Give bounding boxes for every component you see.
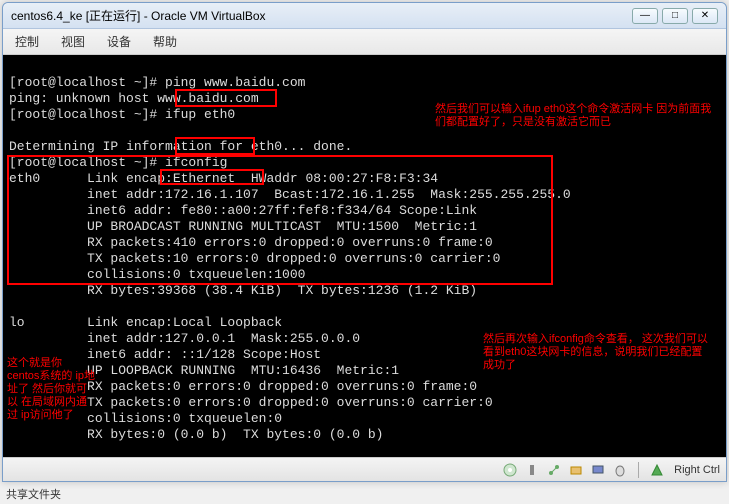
folder-icon[interactable] [568, 462, 584, 478]
mouse-icon[interactable] [612, 462, 628, 478]
menu-view[interactable]: 视图 [57, 31, 89, 52]
term-line: eth0 Link encap:Ethernet HWaddr 08:00:27… [9, 171, 438, 186]
annotation-right-1: 然后我们可以输入ifup eth0这个命令激活网卡 因为前面我们都配置好了，只是… [435, 103, 715, 129]
terminal[interactable]: [root@localhost ~]# ping www.baidu.com p… [3, 55, 726, 457]
window-title: centos6.4_ke [正在运行] - Oracle VM VirtualB… [11, 7, 632, 24]
term-line: [root@localhost ~]# ping www.baidu.com [9, 75, 305, 90]
footer-label: 共享文件夹 [0, 484, 729, 504]
window-controls: — □ ✕ [632, 8, 718, 24]
statusbar: Right Ctrl [3, 457, 726, 481]
term-line: inet addr:127.0.0.1 Mask:255.0.0.0 [9, 331, 360, 346]
menu-control[interactable]: 控制 [11, 31, 43, 52]
vm-window: centos6.4_ke [正在运行] - Oracle VM VirtualB… [2, 2, 727, 482]
term-line: [root@localhost ~]# ifup eth0 [9, 107, 235, 122]
term-line: inet addr:172.16.1.107 Bcast:172.16.1.25… [9, 187, 571, 202]
term-line: collisions:0 txqueuelen:1000 [9, 267, 305, 282]
term-line: [root@localhost ~]# ifconfig [9, 155, 227, 170]
host-key-label: Right Ctrl [674, 464, 720, 476]
disc-icon[interactable] [502, 462, 518, 478]
menu-help[interactable]: 帮助 [149, 31, 181, 52]
divider [638, 462, 639, 478]
titlebar: centos6.4_ke [正在运行] - Oracle VM VirtualB… [3, 3, 726, 29]
term-line: RX packets:410 errors:0 dropped:0 overru… [9, 235, 493, 250]
minimize-button[interactable]: — [632, 8, 658, 24]
term-line: RX bytes:39368 (38.4 KiB) TX bytes:1236 … [9, 283, 477, 298]
usb-icon[interactable] [524, 462, 540, 478]
maximize-button[interactable]: □ [662, 8, 688, 24]
menubar: 控制 视图 设备 帮助 [3, 29, 726, 55]
status-icons: Right Ctrl [502, 462, 720, 478]
close-button[interactable]: ✕ [692, 8, 718, 24]
capture-icon[interactable] [649, 462, 665, 478]
annotation-right-2: 然后再次输入ifconfig命令查看， 这次我们可以看到eth0这块网卡的信息，… [483, 333, 713, 372]
annotation-left-1: 这个就是你 centos系统的 ip地址了 然后你就可以 在局域网内通过 ip访… [7, 357, 97, 422]
term-line: ping: unknown host www.baidu.com [9, 91, 259, 106]
term-line: Determining IP information for eth0... d… [9, 139, 352, 154]
network-icon[interactable] [546, 462, 562, 478]
term-line: TX packets:10 errors:0 dropped:0 overrun… [9, 251, 500, 266]
menu-devices[interactable]: 设备 [103, 31, 135, 52]
term-line: UP BROADCAST RUNNING MULTICAST MTU:1500 … [9, 219, 477, 234]
term-line: RX bytes:0 (0.0 b) TX bytes:0 (0.0 b) [9, 427, 383, 442]
term-line: lo Link encap:Local Loopback [9, 315, 282, 330]
monitor-icon[interactable] [590, 462, 606, 478]
term-line: inet6 addr: fe80::a00:27ff:fef8:f334/64 … [9, 203, 477, 218]
